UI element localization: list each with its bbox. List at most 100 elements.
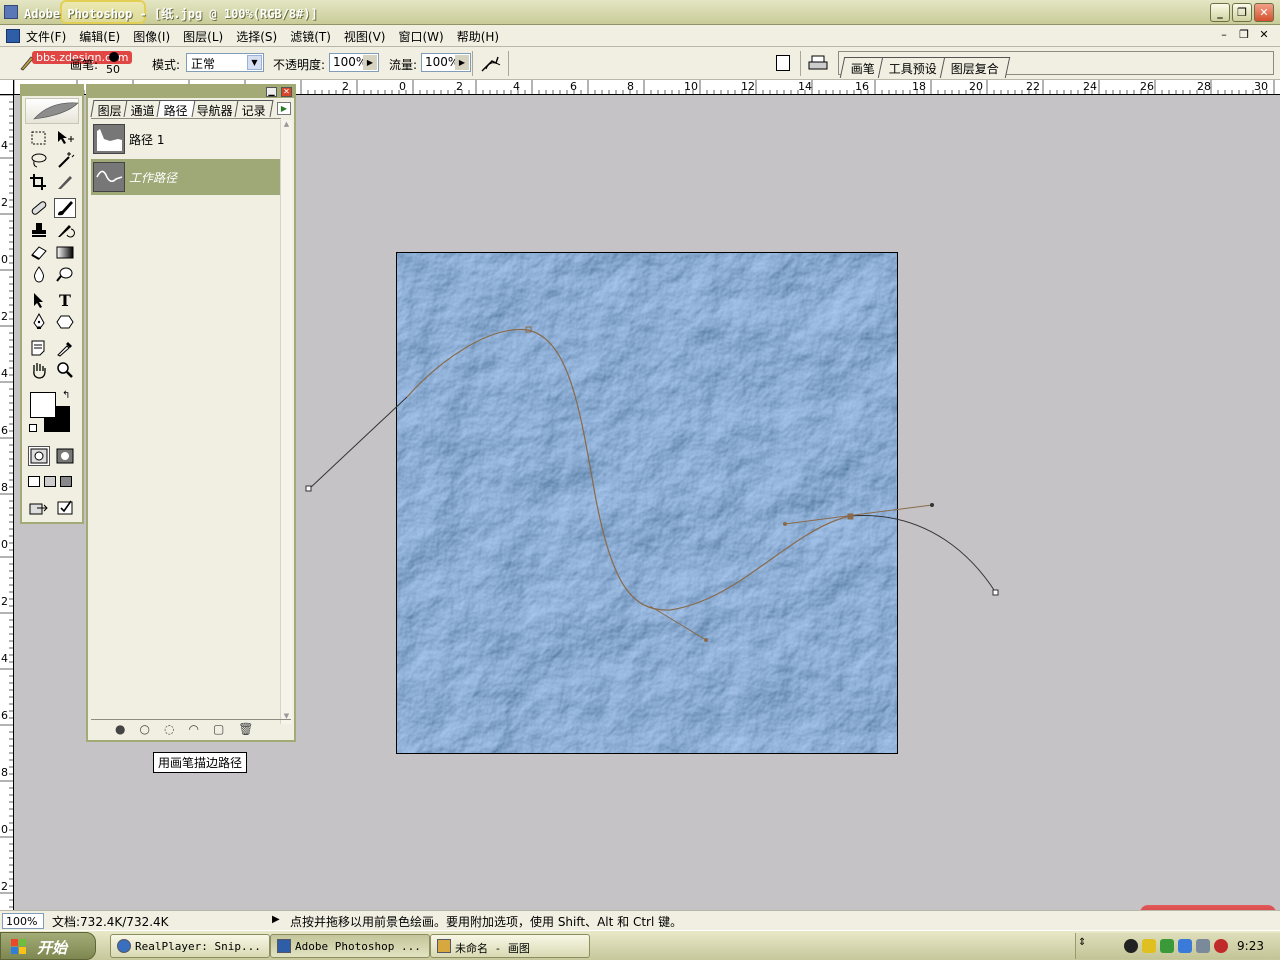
maximize-button[interactable]: ❐ [1232,3,1252,22]
close-button[interactable]: ✕ [1254,3,1274,22]
paths-scrollbar[interactable]: ▲ ▼ [280,120,292,724]
task-paint[interactable]: 未命名 - 画图 [430,934,590,958]
brush-preview-icon[interactable] [109,52,119,62]
magic-wand-tool[interactable] [54,150,76,170]
path-row[interactable]: 路径 1 [91,121,281,157]
doc-minimize-button[interactable]: – [1216,28,1232,43]
fill-path-button[interactable]: ● [115,722,125,736]
hand-tool[interactable] [28,360,50,380]
default-colors-icon[interactable] [29,424,37,432]
zoom-field[interactable]: 100% [2,913,44,929]
path-name[interactable]: 工作路径 [129,169,177,186]
arrow-right-icon[interactable]: ▶ [363,55,377,70]
delete-path-button[interactable]: 🗑 [238,722,253,736]
ruler-label: 2 [456,80,463,93]
pen-tool[interactable] [28,312,50,332]
document-size[interactable]: 文档:732.4K/732.4K [52,913,169,930]
doc-restore-button[interactable]: ❐ [1236,28,1252,43]
mode-select[interactable]: 正常 ▼ [186,53,264,72]
path-selection-tool[interactable] [28,290,50,310]
airbrush-icon[interactable] [480,55,502,73]
stamp-tool[interactable] [28,220,50,240]
move-tool[interactable] [54,128,76,148]
status-menu-icon[interactable]: ▶ [272,914,280,925]
make-work-path-button[interactable]: ◠ [188,722,198,736]
scroll-up-icon[interactable]: ▲ [281,120,292,132]
path-row-selected[interactable]: 工作路径 [91,159,281,195]
path-name[interactable]: 路径 1 [129,131,164,148]
messenger-icon[interactable] [1178,939,1192,953]
volume-icon[interactable] [1196,939,1210,953]
crop-tool[interactable] [28,172,50,192]
eyedropper-tool[interactable] [54,338,76,358]
minimize-button[interactable]: _ [1210,3,1230,22]
menu-filter[interactable]: 滤镜(T) [290,28,331,45]
doc-close-button[interactable]: ✕ [1256,28,1272,43]
feather-logo[interactable] [25,98,79,124]
warning-icon[interactable] [1142,939,1156,953]
menu-file[interactable]: 文件(F) [26,28,66,45]
blur-tool[interactable] [28,264,50,284]
eraser-tool[interactable] [28,242,50,262]
palette-minimize-button[interactable]: ▁ [266,87,277,97]
task-realplayer[interactable]: RealPlayer: Snip... [110,934,270,958]
dodge-tool[interactable] [54,264,76,284]
print-icon[interactable] [808,55,828,71]
well-tab-layer-comps[interactable]: 图层复合 [939,57,1011,78]
history-brush-tool[interactable] [54,220,76,240]
ruler-corner[interactable] [0,80,14,95]
menu-help[interactable]: 帮助(H) [457,28,499,45]
quick-mask-button[interactable] [54,446,76,466]
slice-tool[interactable] [54,172,76,192]
checkmark-button[interactable] [54,498,76,518]
lasso-tool[interactable] [28,150,50,170]
menu-layer[interactable]: 图层(L) [183,28,223,45]
tab-navigator[interactable]: 导航器 [189,100,241,118]
well-tab-tool-presets[interactable]: 工具预设 [877,57,949,78]
stroke-path-button[interactable]: ○ [139,722,149,736]
type-tool[interactable]: T [54,290,76,310]
file-browser-icon[interactable] [776,55,790,71]
marquee-tool[interactable] [28,128,50,148]
new-path-button[interactable]: ▢ [213,722,224,736]
screen-mode-menu-icon[interactable] [44,476,56,487]
palette-menu-button[interactable]: ▶ [277,102,291,115]
gradient-tool[interactable] [54,242,76,262]
task-photoshop[interactable]: Adobe Photoshop ... [270,934,430,958]
tab-history[interactable]: 记录 [234,100,274,118]
arrow-right-icon[interactable]: ▶ [455,55,469,70]
qq-icon[interactable] [1124,939,1138,953]
foreground-color-swatch[interactable] [30,392,56,418]
menu-window[interactable]: 窗口(W) [398,28,443,45]
tray-expand-icon[interactable]: ⇕ [1078,937,1086,948]
antivirus-icon[interactable] [1214,939,1228,953]
palette-close-button[interactable]: ✕ [281,87,292,97]
menu-image[interactable]: 图像(I) [133,28,170,45]
opacity-field[interactable]: 100% ▶ [329,53,379,72]
standard-mode-button[interactable] [28,446,50,466]
imageready-jump-button[interactable] [28,498,50,518]
menu-view[interactable]: 视图(V) [344,28,386,45]
brush-tool[interactable] [54,198,76,218]
toolbox-grip[interactable] [22,86,82,96]
swap-colors-icon[interactable]: ↰ [62,390,70,401]
screen-mode-standard-icon[interactable] [28,476,40,487]
menu-select[interactable]: 选择(S) [236,28,277,45]
ruler-left[interactable]: 4 2 0 2 4 6 8 0 2 4 6 8 0 2 [0,95,14,910]
network-icon[interactable] [1160,939,1174,953]
flow-field[interactable]: 100% ▶ [421,53,471,72]
start-button[interactable]: 开始 [0,932,96,960]
screen-mode-full-icon[interactable] [60,476,72,487]
document-canvas[interactable] [396,252,898,754]
palette-grip[interactable]: ▁ ✕ [88,86,294,98]
healing-brush-tool[interactable] [28,198,50,218]
zoom-tool[interactable] [54,360,76,380]
brush-size[interactable]: 50 [106,63,120,76]
shape-tool[interactable] [54,312,76,332]
load-selection-button[interactable]: ◌ [164,722,174,736]
clock[interactable]: 9:23 [1237,939,1264,953]
notes-tool[interactable] [28,338,50,358]
menu-edit[interactable]: 编辑(E) [79,28,120,45]
document-icon[interactable] [6,29,20,43]
tab-paths[interactable]: 路径 [156,100,196,118]
